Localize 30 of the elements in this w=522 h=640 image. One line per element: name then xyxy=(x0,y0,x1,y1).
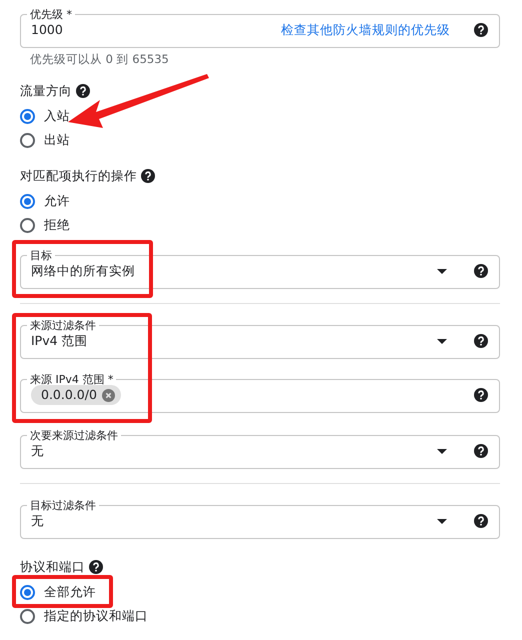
field-label: 来源过滤条件 xyxy=(30,319,96,332)
selected-value: IPv4 范围 xyxy=(31,332,89,350)
selected-value: 无 xyxy=(31,512,45,530)
select-field[interactable]: 来源过滤条件 IPv4 范围 xyxy=(20,319,500,359)
field-label: 优先级 * xyxy=(30,8,72,21)
field-label: 目标 xyxy=(30,249,52,262)
select-field[interactable]: 目标 网络中的所有实例 xyxy=(20,249,500,289)
field-label: 次要来源过滤条件 xyxy=(30,429,118,442)
input-field[interactable]: 优先级 * 1000 检查其他防火墙规则的优先级 xyxy=(20,8,500,48)
group-title: 流量方向 xyxy=(20,82,72,100)
group-title: 协议和端口 xyxy=(20,558,85,576)
radio-option[interactable]: 出站 xyxy=(20,128,70,152)
select-field[interactable]: 次要来源过滤条件 无 xyxy=(20,429,500,469)
selected-value: 网络中的所有实例 xyxy=(31,262,136,280)
helper-text: 优先级可以从 0 到 65535 xyxy=(29,51,170,66)
chip[interactable]: 0.0.0.0/0 xyxy=(31,385,121,405)
select-field[interactable]: 目标过滤条件 无 xyxy=(20,499,500,539)
selected-value: 无 xyxy=(31,442,45,460)
chip-label: 0.0.0.0/0 xyxy=(41,386,97,404)
chip-input-field[interactable]: 来源 IPv4 范围 * 0.0.0.0/0 xyxy=(20,373,500,413)
radio-option[interactable]: 入站 xyxy=(20,104,70,128)
field-label: 目标过滤条件 xyxy=(30,499,96,512)
radio-option[interactable]: 拒绝 xyxy=(20,213,70,237)
field-label: 来源 IPv4 范围 * xyxy=(30,373,114,386)
radio-option[interactable]: 允许 xyxy=(20,189,70,213)
group-title: 对匹配项执行的操作 xyxy=(20,167,137,185)
field-value: 1000 xyxy=(31,21,64,39)
radio-option[interactable]: 指定的协议和端口 xyxy=(20,604,148,628)
radio-option[interactable]: 全部允许 xyxy=(20,580,96,604)
link[interactable]: 检查其他防火墙规则的优先级 xyxy=(281,21,450,39)
